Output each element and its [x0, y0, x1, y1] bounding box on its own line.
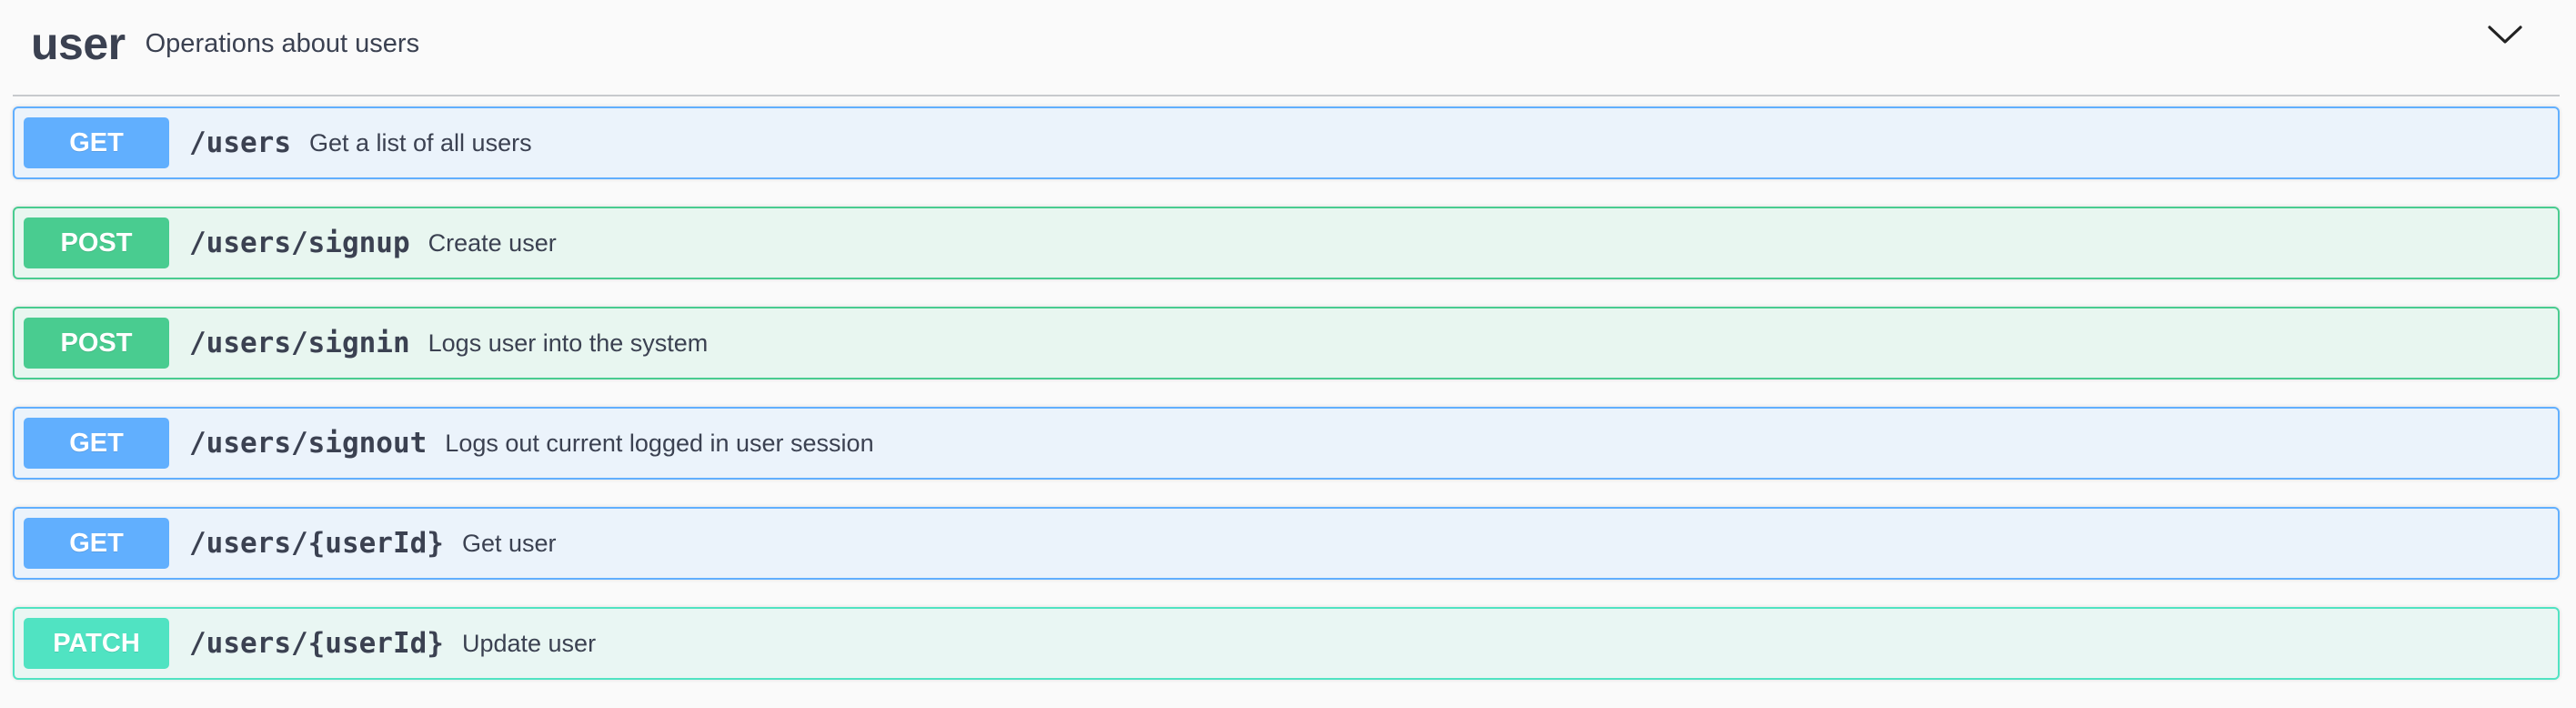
- operations-list: GET /users Get a list of all users POST …: [13, 106, 2560, 707]
- operation-summary: Get user: [461, 529, 557, 557]
- tag-section-header[interactable]: user Operations about users: [13, 0, 2560, 96]
- operation-path: /users: [189, 126, 291, 159]
- method-badge: GET: [24, 518, 169, 569]
- operation-patch-user-by-id[interactable]: PATCH /users/{userId} Update user: [13, 607, 2560, 680]
- method-badge: GET: [24, 117, 169, 168]
- tag-name: user: [31, 18, 126, 69]
- method-badge: POST: [24, 318, 169, 369]
- operation-path: /users/signup: [189, 227, 410, 259]
- operation-get-users-signout[interactable]: GET /users/signout Logs out current logg…: [13, 407, 2560, 480]
- method-badge: PATCH: [24, 618, 169, 669]
- operation-post-users-signup[interactable]: POST /users/signup Create user: [13, 207, 2560, 279]
- chevron-down-icon[interactable]: [2487, 22, 2523, 49]
- operation-summary: Logs user into the system: [428, 329, 709, 357]
- operation-summary: Create user: [428, 228, 557, 257]
- operation-get-user-by-id[interactable]: GET /users/{userId} Get user: [13, 507, 2560, 580]
- operation-post-users-signin[interactable]: POST /users/signin Logs user into the sy…: [13, 307, 2560, 379]
- operation-path: /users/{userId}: [189, 527, 444, 560]
- operation-summary: Get a list of all users: [308, 128, 532, 157]
- method-badge: GET: [24, 418, 169, 469]
- page: user Operations about users GET /users G…: [0, 0, 2576, 708]
- operation-summary: Logs out current logged in user session: [445, 429, 874, 457]
- operation-summary: Update user: [461, 629, 597, 657]
- tag-description: Operations about users: [145, 28, 420, 58]
- operation-path: /users/{userId}: [189, 627, 444, 660]
- operation-path: /users/signout: [189, 427, 428, 460]
- method-badge: POST: [24, 217, 169, 268]
- operation-get-users[interactable]: GET /users Get a list of all users: [13, 106, 2560, 179]
- operation-path: /users/signin: [189, 327, 410, 359]
